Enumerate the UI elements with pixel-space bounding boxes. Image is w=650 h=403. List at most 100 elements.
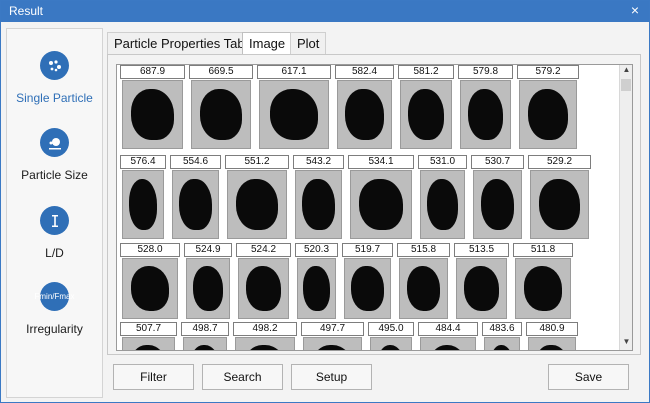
particle-cell[interactable]: 530.7 xyxy=(471,155,524,242)
close-icon[interactable]: × xyxy=(631,2,639,18)
particle-cell[interactable]: 498.2 xyxy=(233,322,297,350)
sidebar-item-irregularity[interactable]: Fmin/Fmax Irregularity xyxy=(7,282,102,357)
particle-image xyxy=(172,170,219,239)
search-button[interactable]: Search xyxy=(202,364,283,390)
particle-cell[interactable]: 576.4 xyxy=(120,155,166,242)
particle-value: 498.2 xyxy=(233,322,297,336)
particle-value: 515.8 xyxy=(397,243,450,257)
particle-cell[interactable]: 531.0 xyxy=(418,155,467,242)
length-diameter-icon xyxy=(40,206,69,235)
particle-image xyxy=(530,170,589,239)
particle-cell[interactable]: 687.9 xyxy=(120,65,185,152)
particle-image xyxy=(122,80,183,149)
tab-plot[interactable]: Plot xyxy=(290,32,327,54)
sidebar-item-particle-size[interactable]: Particle Size xyxy=(7,128,102,203)
particle-image xyxy=(191,80,251,149)
particle-cell[interactable]: 579.8 xyxy=(458,65,513,152)
particle-cell[interactable]: 507.7 xyxy=(120,322,177,350)
tab-particle-properties-table[interactable]: Particle Properties Table xyxy=(107,32,262,54)
particle-shape xyxy=(408,89,444,140)
particle-image xyxy=(484,337,520,350)
particle-shape xyxy=(236,179,278,230)
setup-button[interactable]: Setup xyxy=(291,364,372,390)
sidebar-item-single-particle[interactable]: Single Particle xyxy=(7,51,102,126)
particle-image-grid[interactable]: ▲ ▼ 687.9 669.5 617.1 582.4 581.2 579.8 579.2 5… xyxy=(116,64,633,351)
particle-cell[interactable]: 617.1 xyxy=(257,65,331,152)
scroll-thumb[interactable] xyxy=(621,79,631,91)
particle-value: 498.7 xyxy=(181,322,229,336)
particle-value: 551.2 xyxy=(225,155,289,169)
particle-image xyxy=(420,337,476,350)
particle-value: 687.9 xyxy=(120,65,185,79)
particle-value: 528.0 xyxy=(120,243,180,257)
save-button[interactable]: Save xyxy=(548,364,629,390)
particle-cell[interactable]: 483.6 xyxy=(482,322,522,350)
particle-cell[interactable]: 582.4 xyxy=(335,65,394,152)
particle-cell[interactable]: 554.6 xyxy=(170,155,221,242)
particle-image xyxy=(235,337,295,350)
particle-image xyxy=(238,258,289,319)
particle-image xyxy=(400,80,452,149)
particle-cell[interactable]: 484.4 xyxy=(418,322,478,350)
particle-cell[interactable]: 511.8 xyxy=(513,243,573,322)
particle-cell[interactable]: 529.2 xyxy=(528,155,591,242)
title-bar: Result × xyxy=(1,1,649,22)
particle-cell[interactable]: 543.2 xyxy=(293,155,344,242)
particle-value: 531.0 xyxy=(418,155,467,169)
particle-value: 529.2 xyxy=(528,155,591,169)
particle-cell[interactable]: 513.5 xyxy=(454,243,509,322)
particle-value: 483.6 xyxy=(482,322,522,336)
particles-icon xyxy=(40,51,69,80)
particle-value: 530.7 xyxy=(471,155,524,169)
particle-cell[interactable]: 480.9 xyxy=(526,322,578,350)
particle-value: 543.2 xyxy=(293,155,344,169)
particle-shape xyxy=(302,179,335,230)
vertical-scrollbar[interactable]: ▲ ▼ xyxy=(619,65,632,350)
particle-cell[interactable]: 515.8 xyxy=(397,243,450,322)
particle-shape xyxy=(489,345,515,350)
particle-cell[interactable]: 534.1 xyxy=(348,155,414,242)
filter-button[interactable]: Filter xyxy=(113,364,194,390)
particle-value: 497.7 xyxy=(301,322,364,336)
particle-value: 617.1 xyxy=(257,65,331,79)
window-title: Result xyxy=(9,4,44,18)
particle-cell[interactable]: 579.2 xyxy=(517,65,579,152)
particle-cell[interactable]: 524.2 xyxy=(236,243,291,322)
scroll-up-icon[interactable]: ▲ xyxy=(620,65,632,78)
sidebar-item-label: Particle Size xyxy=(21,168,88,182)
particle-image xyxy=(303,337,362,350)
particle-cell[interactable]: 524.9 xyxy=(184,243,232,322)
particle-image xyxy=(515,258,571,319)
particle-value: 495.0 xyxy=(368,322,414,336)
particle-cell[interactable]: 519.7 xyxy=(342,243,393,322)
particle-shape xyxy=(192,266,224,311)
particle-cell[interactable]: 497.7 xyxy=(301,322,364,350)
particle-size-icon xyxy=(40,128,69,157)
particle-shape xyxy=(345,89,384,140)
sidebar-item-l-d[interactable]: L/D xyxy=(7,206,102,281)
particle-shape xyxy=(128,179,158,230)
particle-shape xyxy=(523,266,563,311)
sidebar-item-label: Irregularity xyxy=(26,322,83,336)
particle-cell[interactable]: 498.7 xyxy=(181,322,229,350)
particle-shape xyxy=(527,89,569,140)
particle-shape xyxy=(303,266,330,311)
particle-cell[interactable]: 520.3 xyxy=(295,243,338,322)
particle-image xyxy=(227,170,287,239)
scroll-down-icon[interactable]: ▼ xyxy=(620,337,632,350)
particle-cell[interactable]: 495.0 xyxy=(368,322,414,350)
particle-shape xyxy=(131,89,174,140)
particle-image xyxy=(186,258,230,319)
particle-cell[interactable]: 669.5 xyxy=(189,65,253,152)
particle-cell[interactable]: 551.2 xyxy=(225,155,289,242)
particle-shape xyxy=(245,266,282,311)
particle-cell[interactable]: 528.0 xyxy=(120,243,180,322)
particle-shape xyxy=(189,345,221,350)
particle-value: 524.9 xyxy=(184,243,232,257)
particle-image xyxy=(344,258,391,319)
particle-value: 554.6 xyxy=(170,155,221,169)
particle-cell[interactable]: 581.2 xyxy=(398,65,454,152)
tab-image[interactable]: Image xyxy=(242,32,293,54)
particle-image xyxy=(337,80,392,149)
particle-value: 513.5 xyxy=(454,243,509,257)
